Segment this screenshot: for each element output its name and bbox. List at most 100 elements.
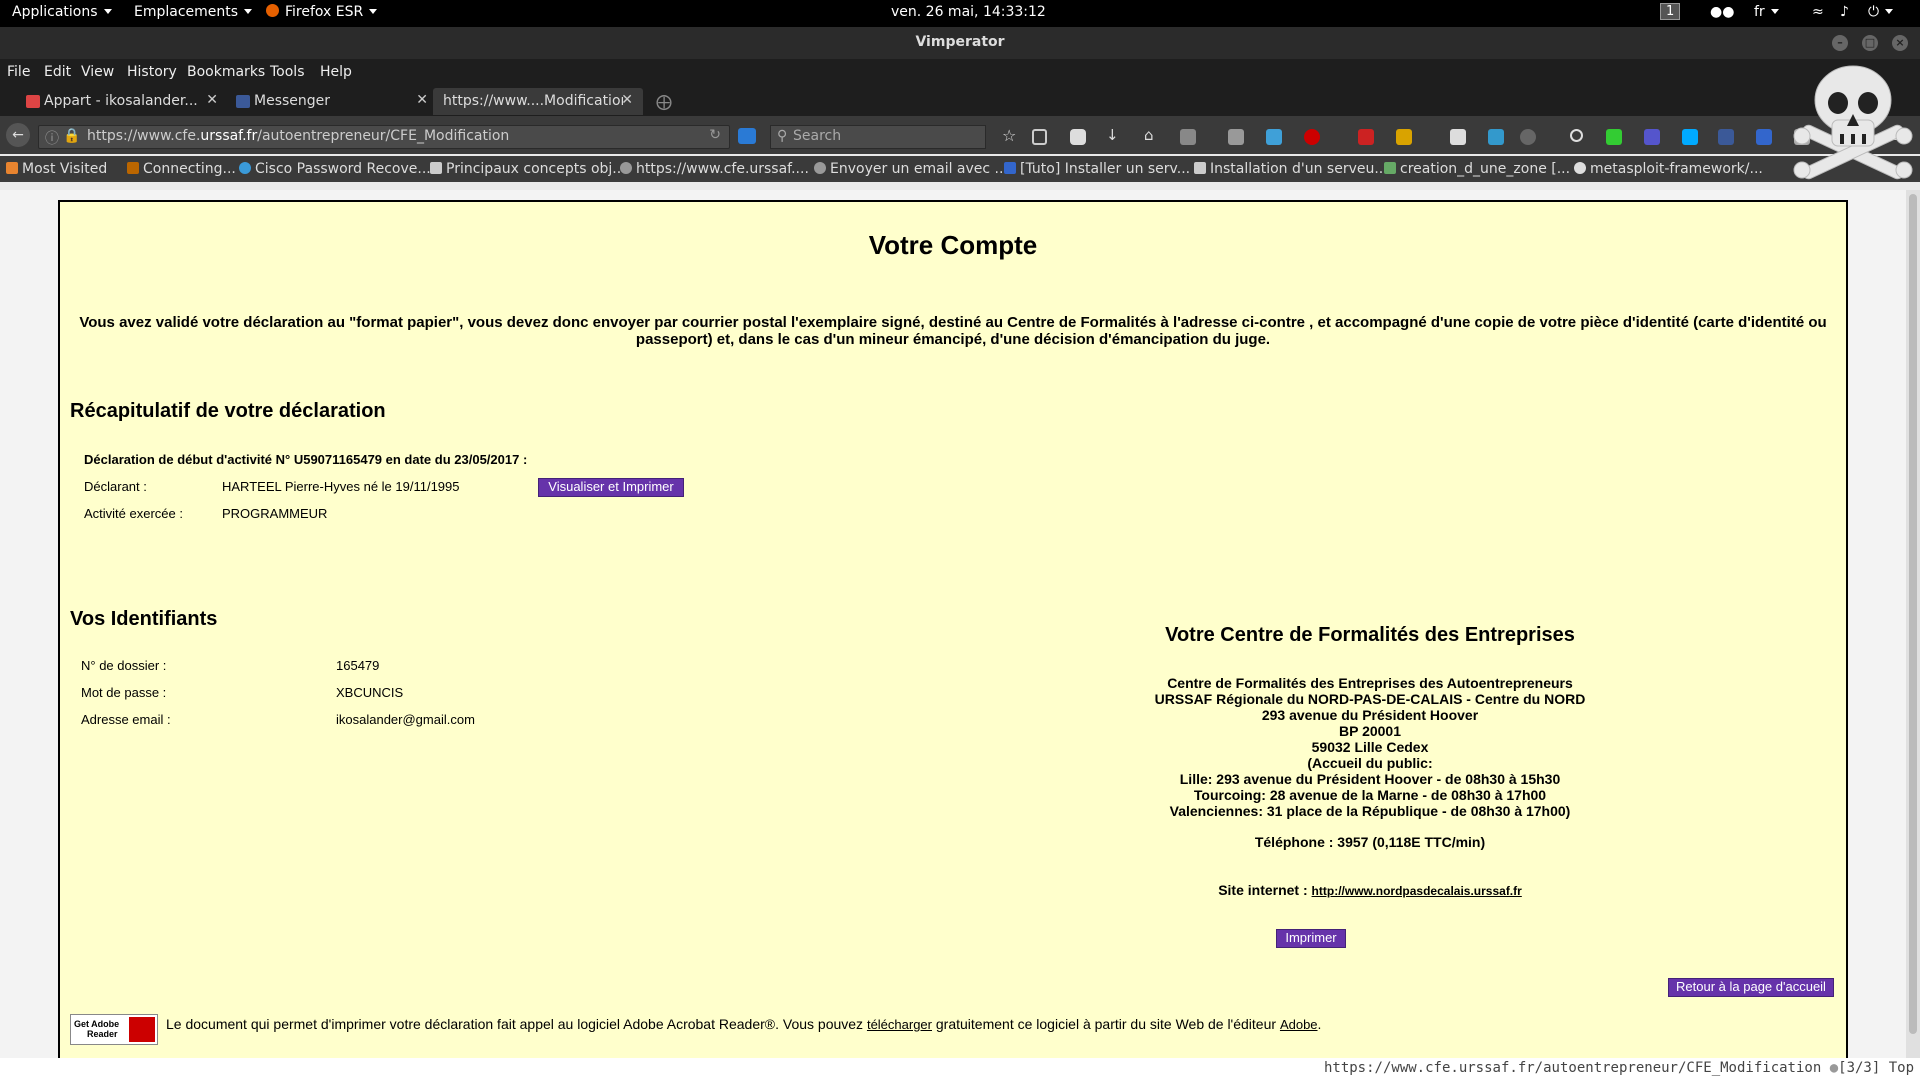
bookmark-label: https://www.cfe.urssaf....	[636, 161, 809, 177]
tab-messenger[interactable]: Messenger ✕	[228, 88, 438, 115]
cfe-heading: Votre Centre de Formalités des Entrepris…	[1165, 624, 1575, 646]
extension-icon[interactable]	[1756, 129, 1772, 145]
bookmark-item[interactable]: [Tuto] Installer un serv...	[1004, 161, 1190, 177]
tab-label: https://www....Modification	[443, 93, 623, 109]
firefox-app-menu[interactable]: Firefox ESR	[266, 4, 378, 20]
extension-icon[interactable]	[1358, 129, 1374, 145]
wifi-icon[interactable]: ≈	[1812, 4, 1824, 20]
tab-cfe-modification[interactable]: https://www....Modification ✕	[433, 88, 643, 115]
url-text[interactable]: https://www.cfe.urssaf.fr/autoentreprene…	[87, 128, 509, 144]
bookmark-label: Installation d'un serveu...	[1210, 161, 1388, 177]
bookmark-label: metasploit-framework/...	[1590, 161, 1763, 177]
bookmark-most-visited[interactable]: Most Visited	[6, 161, 107, 177]
bookmark-item[interactable]: creation_d_une_zone [...	[1384, 161, 1570, 177]
activity-value: PROGRAMMEUR	[222, 506, 328, 521]
pocket-icon[interactable]	[1070, 129, 1086, 145]
facebook-icon[interactable]	[1718, 129, 1734, 145]
home-button[interactable]: Retour à la page d'accueil	[1668, 978, 1834, 997]
clock[interactable]: ven. 26 mai, 14:33:12	[891, 4, 1046, 20]
gmail-icon	[26, 95, 40, 108]
clipboard-icon[interactable]	[1032, 129, 1047, 145]
keyboard-layout[interactable]: fr	[1754, 4, 1779, 20]
extension-icon[interactable]	[1396, 129, 1412, 145]
adblock-icon[interactable]	[1304, 129, 1320, 145]
bookmark-item[interactable]: Principaux concepts obj...	[430, 161, 626, 177]
close-tab-icon[interactable]: ✕	[416, 92, 428, 108]
page-title: Votre Compte	[868, 230, 1038, 260]
search-input[interactable]: ⚲ Search	[770, 125, 986, 149]
adobe-reader-badge[interactable]: Get Adobe Reader	[70, 1014, 158, 1045]
back-icon[interactable]: ←	[6, 123, 30, 147]
applications-label: Applications	[12, 4, 98, 20]
reload-icon[interactable]: ↻	[709, 127, 721, 143]
cfe-line: BP 20001	[1338, 723, 1401, 739]
download-icon[interactable]: ↓	[1106, 126, 1122, 144]
vertical-scrollbar[interactable]	[1906, 190, 1920, 1058]
telegram-icon[interactable]	[1266, 129, 1282, 145]
declaration-line: Déclaration de début d'activité N° U5907…	[84, 452, 528, 467]
volume-icon[interactable]: ♪	[1840, 4, 1849, 20]
adobe-notice: Le document qui permet d'imprimer votre …	[166, 1016, 1321, 1032]
maximize-icon[interactable]: □	[1862, 35, 1878, 51]
close-window-icon[interactable]: ×	[1892, 35, 1908, 51]
ids-heading: Vos Identifiants	[70, 608, 218, 630]
extension-icon[interactable]	[1228, 129, 1244, 145]
menu-view[interactable]: View	[81, 64, 114, 80]
home-icon[interactable]: ⌂	[1144, 126, 1160, 144]
bookmark-item[interactable]: Cisco Password Recove...	[239, 161, 431, 177]
adobe-text-before: Le document qui permet d'imprimer votre …	[166, 1016, 864, 1032]
applications-menu[interactable]: Applications	[12, 4, 112, 20]
adobe-text-middle: gratuitement ce logiciel à partir du sit…	[935, 1016, 1277, 1032]
menu-tools[interactable]: Tools	[270, 64, 305, 80]
folder-icon	[6, 162, 18, 174]
workspace-indicator[interactable]: 1	[1660, 3, 1681, 20]
system-top-bar: Applications Emplacements Firefox ESR ve…	[0, 0, 1920, 27]
bookmark-label: Most Visited	[22, 161, 108, 177]
places-menu[interactable]: Emplacements	[134, 4, 253, 20]
people-icon[interactable]: ●●	[1710, 4, 1734, 20]
extension-icon[interactable]	[1644, 129, 1660, 145]
url-bar[interactable]: ⓘ 🔒 https://www.cfe.urssaf.fr/autoentrep…	[38, 125, 730, 149]
site-link[interactable]: http://www.nordpasdecalais.urssaf.fr	[1312, 884, 1522, 898]
bookmark-item[interactable]: Connecting...	[127, 161, 236, 177]
bookmark-item[interactable]: Envoyer un email avec ...	[814, 161, 1008, 177]
extension-icon[interactable]	[1570, 129, 1583, 142]
bookmark-item[interactable]: https://www.cfe.urssaf....	[620, 161, 809, 177]
close-tab-icon[interactable]: ✕	[206, 92, 218, 108]
download-link[interactable]: télécharger	[867, 1017, 932, 1032]
menu-bookmarks[interactable]: Bookmarks	[187, 64, 265, 80]
lock-icon: ●	[1829, 1060, 1839, 1076]
new-tab-icon[interactable]: ⨁	[656, 92, 672, 111]
adobe-link[interactable]: Adobe	[1280, 1017, 1318, 1032]
skype-icon[interactable]	[1682, 129, 1698, 145]
email-value: ikosalander@gmail.com	[336, 712, 475, 727]
power-icon[interactable]: ⏻	[1868, 4, 1894, 20]
extension-icon[interactable]	[1450, 129, 1466, 145]
keyboard-layout-label: fr	[1754, 4, 1765, 20]
scrollbar-thumb[interactable]	[1909, 194, 1917, 1034]
site-label: Site internet :	[1218, 882, 1308, 898]
extension-icon[interactable]	[1488, 129, 1504, 145]
extension-icon[interactable]	[1520, 129, 1536, 145]
extension-icon[interactable]	[738, 128, 756, 144]
cfe-line: URSSAF Régionale du NORD-PAS-DE-CALAIS -…	[1154, 691, 1586, 707]
extension-icon[interactable]	[1180, 129, 1196, 145]
menu-help[interactable]: Help	[320, 64, 352, 80]
bookmark-icon	[239, 162, 251, 174]
view-print-button[interactable]: Visualiser et Imprimer	[538, 478, 684, 497]
close-tab-icon[interactable]: ✕	[621, 92, 633, 108]
info-icon[interactable]: ⓘ	[45, 128, 59, 148]
menu-history[interactable]: History	[127, 64, 177, 80]
extension-icon[interactable]	[1606, 129, 1622, 145]
status-bar: https://www.cfe.urssaf.fr/autoentreprene…	[0, 1058, 1920, 1080]
bookmark-star-icon[interactable]: ☆	[1002, 126, 1018, 145]
minimize-icon[interactable]: –	[1832, 35, 1848, 51]
window-title: Vimperator	[915, 34, 1005, 50]
tab-gmail[interactable]: Appart - ikosalander... ✕	[18, 88, 228, 115]
bookmark-item[interactable]: metasploit-framework/...	[1574, 161, 1763, 177]
bookmark-item[interactable]: Installation d'un serveu...	[1194, 161, 1388, 177]
print-button[interactable]: Imprimer	[1276, 929, 1346, 948]
menu-edit[interactable]: Edit	[44, 64, 71, 80]
menu-bar: File Edit View History Bookmarks Tools H…	[0, 59, 1920, 86]
menu-file[interactable]: File	[7, 64, 30, 80]
